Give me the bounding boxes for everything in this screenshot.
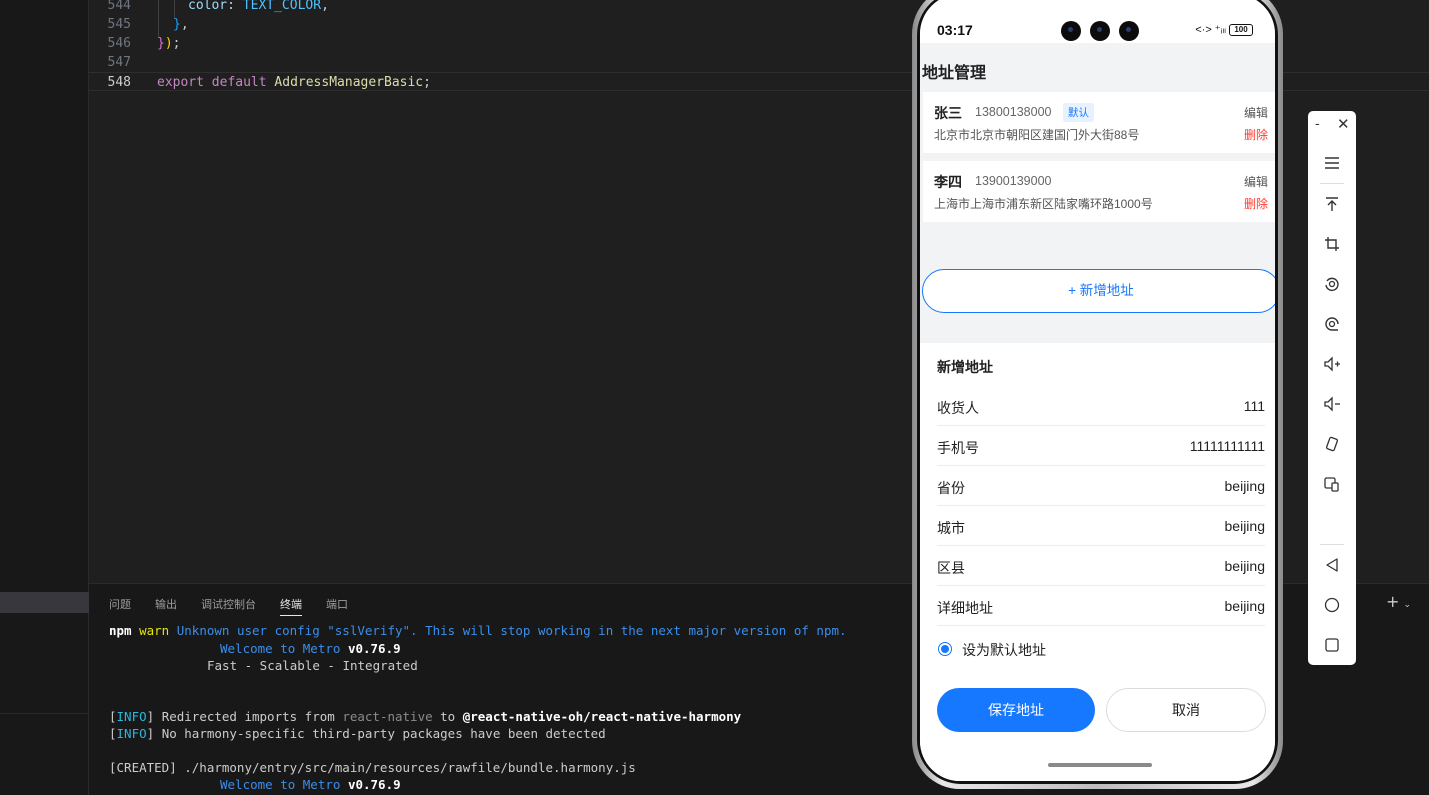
divider [1320, 544, 1344, 545]
tab-problems[interactable]: 问题 [109, 596, 131, 612]
delete-button[interactable]: 删除 [1244, 126, 1268, 143]
battery-icon: 100 [1229, 24, 1253, 37]
shake-icon[interactable] [1308, 429, 1356, 459]
tab-terminal[interactable]: 终端 [280, 596, 302, 616]
close-button[interactable]: ✕ [1337, 115, 1350, 133]
code-text: export default AddressManagerBasic; [157, 75, 431, 90]
home-indicator[interactable] [1048, 763, 1152, 767]
province-field[interactable]: 省份 beijing [937, 466, 1265, 506]
selected-item-highlight[interactable] [0, 592, 89, 613]
address-phone: 13800138000 [975, 105, 1052, 119]
pin-top-icon[interactable] [1308, 189, 1356, 219]
recents-icon[interactable] [1308, 630, 1356, 660]
status-time: 03:17 [937, 22, 973, 38]
emulator-toolbar: - ✕ [1308, 111, 1356, 665]
address-name: 张三 [934, 105, 962, 121]
side-panel-strip [0, 0, 89, 795]
line-number: 548 [107, 75, 131, 90]
line-number: 545 [107, 17, 131, 32]
delete-button[interactable]: 删除 [1244, 195, 1268, 212]
divider [1320, 183, 1344, 184]
address-card[interactable]: 李四 13900139000 上海市上海市浦东新区陆家嘴环路1000号 编辑 删… [923, 161, 1275, 222]
default-address-label[interactable]: 设为默认地址 [962, 640, 1046, 660]
new-terminal-button[interactable]: + ⌄ [1386, 592, 1411, 611]
volume-up-icon[interactable] [1308, 349, 1356, 379]
city-field[interactable]: 城市 beijing [937, 506, 1265, 546]
form-title: 新增地址 [937, 359, 993, 375]
screenshot-crop-icon[interactable] [1308, 229, 1356, 259]
chevron-down-icon[interactable]: ⌄ [1403, 600, 1411, 610]
status-icons: <·> ⁺ᵢₗₗ 100 [1195, 23, 1253, 37]
terminal-line: Welcome to Metro v0.76.9 [220, 777, 401, 792]
save-address-button[interactable]: 保存地址 [937, 688, 1095, 732]
page-title: 地址管理 [922, 65, 987, 82]
menu-icon[interactable] [1308, 148, 1356, 178]
district-field[interactable]: 区县 beijing [937, 546, 1265, 586]
default-address-radio[interactable] [938, 642, 952, 656]
volume-down-icon[interactable] [1308, 389, 1356, 419]
home-icon[interactable] [1308, 590, 1356, 620]
line-number: 546 [107, 36, 131, 51]
code-text: }); [157, 36, 181, 51]
edit-button[interactable]: 编辑 [1244, 173, 1268, 190]
address-card[interactable]: 张三 13800138000 默认 北京市北京市朝阳区建国门外大街88号 编辑 … [923, 92, 1275, 153]
cancel-button[interactable]: 取消 [1106, 688, 1266, 732]
status-bar: 03:17 <·> ⁺ᵢₗₗ 100 [920, 0, 1275, 43]
new-address-form: 新增地址 收货人 111 手机号 11111111111 省份 beijing 城市 b… [920, 343, 1275, 781]
camera-icon [1119, 21, 1139, 41]
terminal-line: Fast - Scalable - Integrated [207, 658, 418, 673]
plus-icon: + [1386, 592, 1400, 611]
edit-button[interactable]: 编辑 [1244, 104, 1268, 121]
default-badge: 默认 [1063, 103, 1094, 122]
detail-address-field[interactable]: 详细地址 beijing [937, 586, 1265, 626]
phone-screen[interactable]: 03:17 <·> ⁺ᵢₗₗ 100 地址管理 张三 13800138000 默认… [920, 0, 1275, 781]
terminal-line: npm warn Unknown user config "sslVerify"… [109, 623, 847, 638]
address-text: 上海市上海市浦东新区陆家嘴环路1000号 [934, 197, 1153, 211]
phone-field[interactable]: 手机号 11111111111 [937, 426, 1265, 466]
terminal-line: [CREATED] ./harmony/entry/src/main/resou… [109, 760, 636, 775]
code-text: }, [173, 17, 189, 32]
tab-ports[interactable]: 端口 [326, 596, 348, 612]
address-name: 李四 [934, 174, 962, 190]
terminal-line: [INFO] No harmony-specific third-party p… [109, 726, 606, 741]
camera-icon [1090, 21, 1110, 41]
divider [0, 713, 89, 714]
minimize-button[interactable]: - [1315, 117, 1320, 132]
phone-bezel: 03:17 <·> ⁺ᵢₗₗ 100 地址管理 张三 13800138000 默认… [917, 0, 1278, 784]
line-number: 547 [107, 55, 131, 70]
camera-icon [1061, 21, 1081, 41]
multi-device-icon[interactable] [1308, 469, 1356, 499]
add-address-button[interactable]: + 新增地址 [922, 269, 1275, 313]
address-phone: 13900139000 [975, 174, 1052, 188]
signal-icon: <·> ⁺ᵢₗₗ [1195, 24, 1226, 36]
tab-output[interactable]: 输出 [155, 596, 177, 612]
rotate-icon[interactable] [1308, 269, 1356, 299]
record-icon[interactable] [1308, 309, 1356, 339]
recipient-field[interactable]: 收货人 111 [937, 386, 1265, 426]
phone-emulator: 03:17 <·> ⁺ᵢₗₗ 100 地址管理 张三 13800138000 默认… [912, 0, 1283, 789]
terminal-line: Welcome to Metro v0.76.9 [220, 641, 401, 656]
tab-debug-console[interactable]: 调试控制台 [201, 596, 256, 612]
code-text: color: TEXT_COLOR, [188, 0, 329, 13]
address-text: 北京市北京市朝阳区建国门外大街88号 [934, 128, 1140, 142]
line-number: 544 [107, 0, 131, 13]
terminal-line: [INFO] Redirected imports from react-nat… [109, 709, 742, 724]
back-icon[interactable] [1308, 550, 1356, 580]
